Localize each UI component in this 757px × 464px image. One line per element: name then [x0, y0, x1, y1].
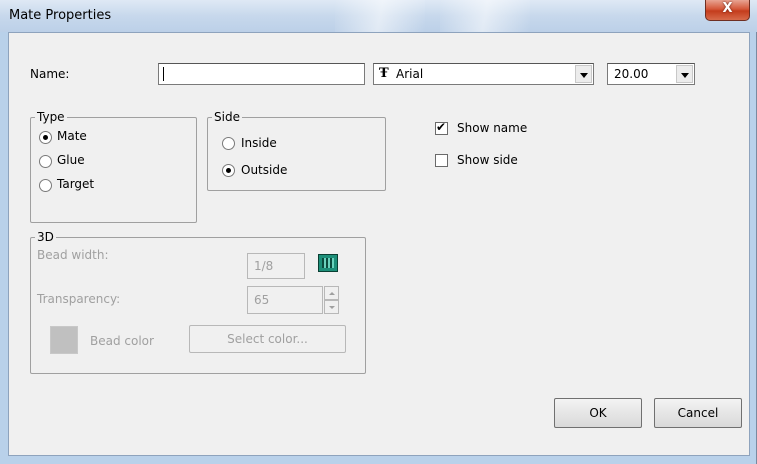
radio-glue-label[interactable]: Glue: [57, 153, 85, 167]
close-icon: X: [722, 1, 733, 16]
font-size-select[interactable]: 20.00: [607, 63, 695, 85]
font-icon: Ŧ: [379, 66, 389, 81]
show-name-checkbox[interactable]: [435, 120, 448, 135]
font-select[interactable]: Ŧ Arial: [373, 63, 594, 85]
dialog-window: Mate Properties X Name: Ŧ Arial 20.00 Ty…: [0, 0, 757, 464]
name-input[interactable]: [158, 63, 365, 85]
radio-glue[interactable]: [39, 155, 52, 168]
transparency-spinner[interactable]: [324, 286, 339, 314]
select-color-button[interactable]: Select color...: [189, 325, 346, 353]
name-label: Name:: [30, 67, 70, 81]
radio-mate[interactable]: [39, 131, 52, 144]
title-bar[interactable]: Mate Properties X: [0, 0, 757, 32]
show-side-checkbox[interactable]: [435, 154, 448, 167]
close-button[interactable]: X: [705, 0, 750, 21]
bead-width-label: Bead width:: [37, 248, 109, 262]
radio-mate-label[interactable]: Mate: [57, 129, 87, 143]
radio-outside-label[interactable]: Outside: [241, 163, 287, 177]
group-3d-title: 3D: [35, 230, 56, 244]
ok-button[interactable]: OK: [554, 398, 642, 428]
spin-up-icon[interactable]: [324, 286, 339, 300]
font-select-value: Arial: [396, 67, 424, 81]
spin-down-icon[interactable]: [324, 300, 339, 314]
transparency-label: Transparency:: [37, 292, 121, 306]
radio-inside-label[interactable]: Inside: [241, 136, 277, 150]
bead-width-input[interactable]: 1/8: [247, 253, 305, 279]
side-group: Side Inside Outside: [207, 110, 386, 191]
show-side-label[interactable]: Show side: [457, 153, 518, 167]
font-size-value: 20.00: [614, 67, 649, 81]
radio-outside[interactable]: [222, 164, 235, 177]
text-caret: [163, 67, 164, 81]
calculator-icon[interactable]: [318, 254, 338, 272]
type-group-title: Type: [35, 110, 67, 124]
bead-color-label: Bead color: [90, 334, 154, 348]
side-group-title: Side: [212, 110, 242, 124]
radio-target[interactable]: [39, 179, 52, 192]
transparency-input[interactable]: 65: [247, 286, 323, 314]
bead-color-swatch: [50, 326, 78, 354]
cancel-button[interactable]: Cancel: [654, 398, 742, 428]
dialog-client-area: Name: Ŧ Arial 20.00 Type Mate Glue Targe…: [8, 32, 750, 456]
chevron-down-icon[interactable]: [575, 65, 592, 83]
radio-inside[interactable]: [222, 137, 235, 150]
chevron-down-icon[interactable]: [676, 65, 693, 83]
radio-target-label[interactable]: Target: [57, 177, 94, 191]
type-group: Type Mate Glue Target: [30, 110, 197, 223]
show-name-label[interactable]: Show name: [457, 121, 527, 135]
title-bar-glare: [335, 0, 425, 32]
group-3d: 3D Bead width: 1/8 Transparency: 65 Bead…: [30, 230, 366, 374]
title-bar-glare: [440, 0, 530, 32]
window-title: Mate Properties: [9, 8, 112, 23]
